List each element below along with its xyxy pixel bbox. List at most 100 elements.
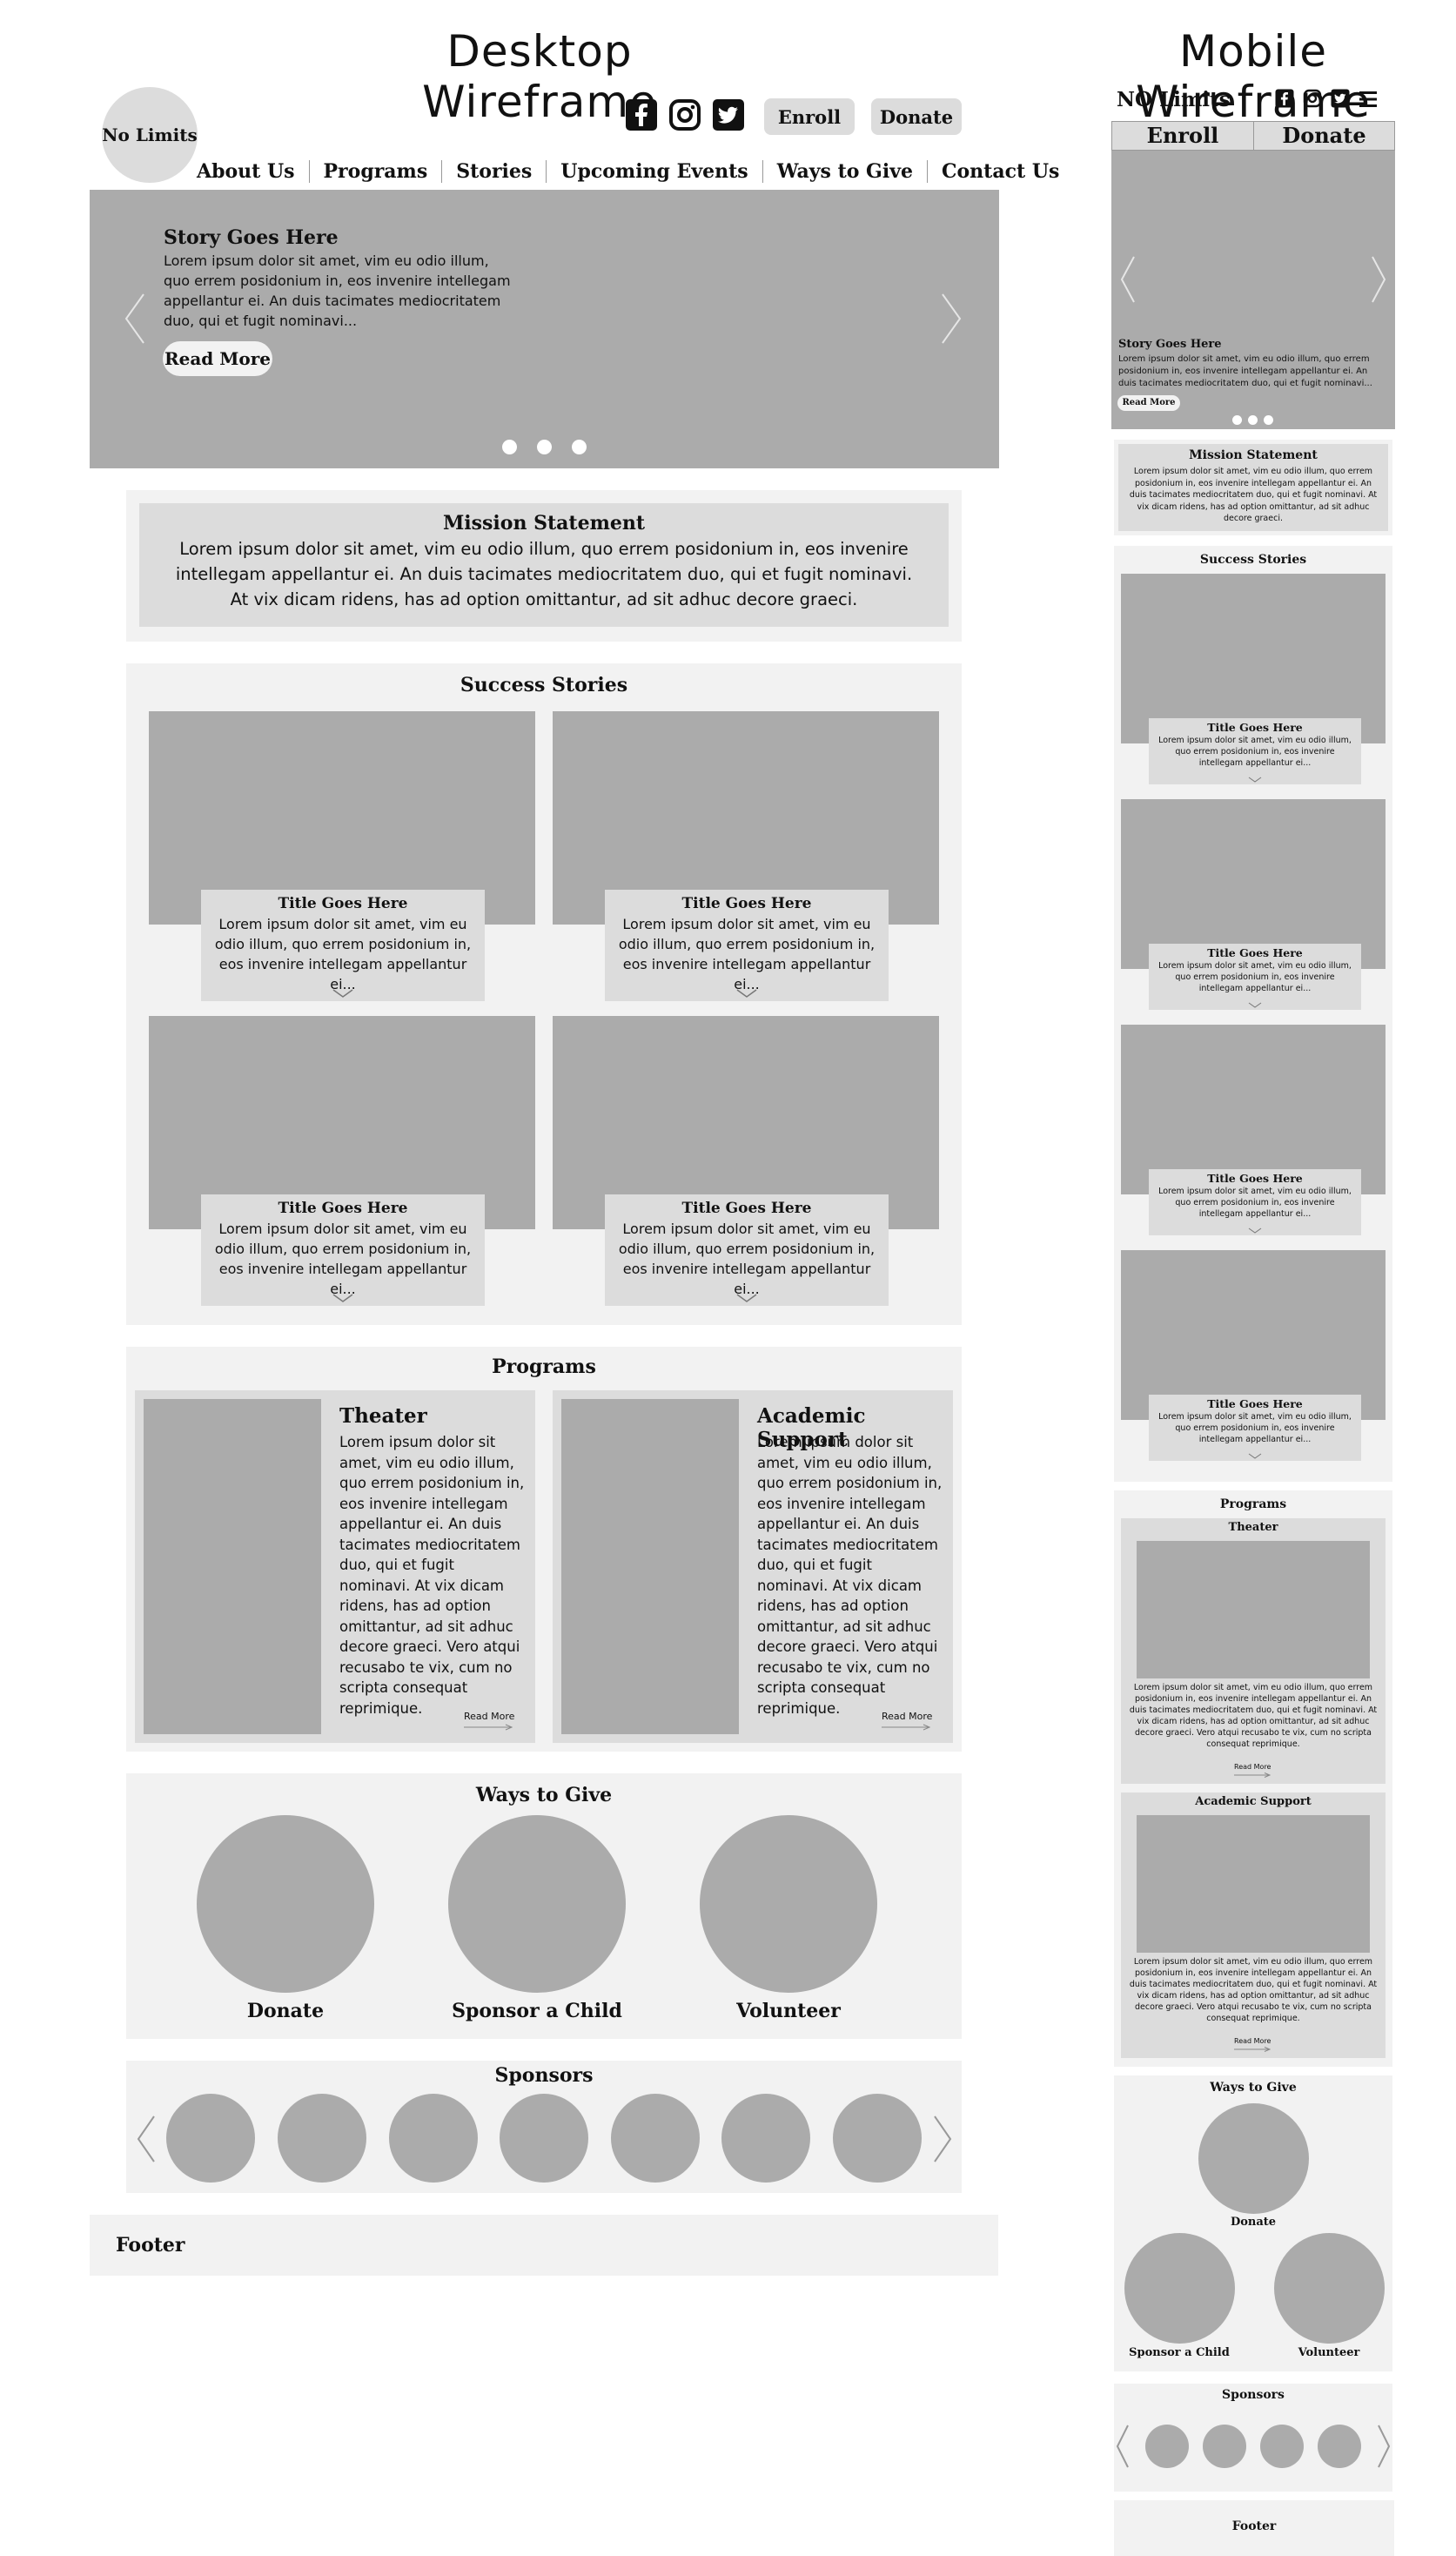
program-text: Lorem ipsum dolor sit amet, vim eu odio … (1129, 1957, 1378, 2023)
nav-programs[interactable]: Programs (310, 160, 442, 183)
carousel-dot[interactable] (1248, 415, 1258, 425)
donate-label[interactable]: Donate (1166, 2216, 1340, 2229)
nav-about-us[interactable]: About Us (183, 160, 309, 183)
program-read-more-link[interactable]: Read More (882, 1711, 932, 1722)
story-card[interactable]: Title Goes Here Lorem ipsum dolor sit am… (605, 1194, 889, 1306)
hamburger-menu-icon[interactable] (1359, 91, 1378, 108)
chevron-down-icon[interactable] (1248, 777, 1262, 783)
mobile-enroll-button[interactable]: Enroll (1112, 122, 1253, 150)
carousel-dot[interactable] (572, 440, 587, 454)
mobile-hero-read-more-button[interactable]: Read More (1117, 395, 1180, 411)
sponsor-logo[interactable] (1203, 2425, 1246, 2468)
mobile-success-stories-title: Success Stories (1199, 553, 1307, 567)
mission-text: Lorem ipsum dolor sit amet, vim eu odio … (175, 539, 913, 609)
chevron-down-icon[interactable] (1248, 1002, 1262, 1008)
hero-prev-arrow-icon[interactable] (124, 293, 145, 345)
sponsor-logo[interactable] (721, 2094, 810, 2183)
program-read-more-link[interactable]: Read More (464, 1711, 514, 1722)
arrow-right-icon[interactable] (882, 1724, 930, 1731)
sponsor-logo[interactable] (500, 2094, 588, 2183)
nav-stories[interactable]: Stories (442, 160, 546, 183)
sponsor-logo[interactable] (1318, 2425, 1361, 2468)
mission-section: Mission Statement Lorem ipsum dolor sit … (126, 490, 962, 642)
facebook-icon[interactable] (625, 98, 658, 131)
sponsor-logo[interactable] (278, 2094, 366, 2183)
mobile-hero-prev-arrow-icon[interactable] (1120, 255, 1136, 304)
sponsor-logo[interactable] (166, 2094, 255, 2183)
mobile-ways-to-give-title: Ways to Give (1210, 2081, 1297, 2095)
nav-ways-to-give[interactable]: Ways to Give (763, 160, 927, 183)
chevron-down-icon[interactable] (736, 1294, 757, 1302)
mobile-logo[interactable]: NO Limits (1117, 88, 1231, 111)
instagram-icon[interactable] (668, 98, 701, 131)
mobile-donate-button[interactable]: Donate (1254, 122, 1394, 150)
story-card[interactable]: Title Goes Here Lorem ipsum dolor sit am… (201, 1194, 485, 1306)
mobile-mission-card: Mission Statement Lorem ipsum dolor sit … (1118, 444, 1388, 531)
instagram-icon[interactable] (1303, 89, 1322, 108)
donate-image[interactable] (1198, 2103, 1309, 2214)
story-text: Lorem ipsum dolor sit amet, vim eu odio … (618, 916, 876, 992)
sponsors-prev-arrow-icon[interactable] (1116, 2424, 1130, 2469)
sponsor-logo[interactable] (389, 2094, 478, 2183)
sponsor-logo[interactable] (1145, 2425, 1189, 2468)
story-title: Title Goes Here (278, 1200, 408, 1217)
sponsor-a-child-image[interactable] (1124, 2233, 1235, 2344)
sponsor-logo[interactable] (833, 2094, 922, 2183)
mobile-hero-next-arrow-icon[interactable] (1371, 255, 1386, 304)
arrow-right-icon[interactable] (1234, 2047, 1271, 2052)
sponsors-prev-arrow-icon[interactable] (137, 2115, 156, 2163)
program-read-more-link[interactable]: Read More (1234, 2037, 1271, 2045)
sponsor-logo[interactable] (611, 2094, 700, 2183)
nav-upcoming-events[interactable]: Upcoming Events (547, 160, 762, 183)
enroll-button[interactable]: Enroll (764, 98, 855, 135)
story-card[interactable]: Title Goes Here Lorem ipsum dolor sit am… (1149, 1395, 1361, 1461)
donate-label[interactable]: Donate (155, 2000, 416, 2022)
story-card[interactable]: Title Goes Here Lorem ipsum dolor sit am… (605, 890, 889, 1001)
story-card[interactable]: Title Goes Here Lorem ipsum dolor sit am… (1149, 1169, 1361, 1235)
hero-read-more-button[interactable]: Read More (163, 341, 272, 376)
chevron-down-icon[interactable] (736, 989, 757, 998)
story-card[interactable]: Title Goes Here Lorem ipsum dolor sit am… (1149, 718, 1361, 784)
nav-contact-us[interactable]: Contact Us (928, 160, 1073, 183)
logo-text: No Limits (102, 124, 198, 145)
footer-label: Footer (116, 2234, 185, 2257)
story-title: Title Goes Here (681, 895, 812, 912)
program-image (144, 1399, 321, 1734)
twitter-icon[interactable] (712, 98, 745, 131)
chevron-down-icon[interactable] (332, 989, 353, 998)
chevron-down-icon[interactable] (1248, 1453, 1262, 1459)
mobile-sponsors-section: Sponsors (1114, 2384, 1392, 2492)
arrow-right-icon[interactable] (1234, 1772, 1271, 1778)
story-text: Lorem ipsum dolor sit amet, vim eu odio … (214, 916, 472, 992)
carousel-dot[interactable] (502, 440, 517, 454)
twitter-icon[interactable] (1331, 89, 1350, 108)
arrow-right-icon[interactable] (464, 1724, 513, 1731)
carousel-dot[interactable] (1264, 415, 1273, 425)
success-stories-title: Success Stories (460, 674, 628, 696)
donate-image[interactable] (197, 1815, 374, 1993)
story-text: Lorem ipsum dolor sit amet, vim eu odio … (214, 1221, 472, 1297)
chevron-down-icon[interactable] (1248, 1228, 1262, 1234)
sponsors-title: Sponsors (494, 2064, 594, 2087)
story-card[interactable]: Title Goes Here Lorem ipsum dolor sit am… (1149, 944, 1361, 1010)
sponsors-next-arrow-icon[interactable] (1377, 2424, 1391, 2469)
chevron-down-icon[interactable] (332, 1294, 353, 1302)
story-title: Title Goes Here (1207, 946, 1303, 959)
mission-card: Mission Statement Lorem ipsum dolor sit … (139, 503, 949, 627)
sponsor-a-child-image[interactable] (448, 1815, 626, 1993)
volunteer-image[interactable] (700, 1815, 877, 1993)
hero-next-arrow-icon[interactable] (941, 293, 962, 345)
sponsors-next-arrow-icon[interactable] (933, 2115, 952, 2163)
facebook-icon[interactable] (1275, 89, 1294, 108)
sponsor-logo[interactable] (1260, 2425, 1304, 2468)
volunteer-label[interactable]: Volunteer (658, 2000, 919, 2022)
story-card[interactable]: Title Goes Here Lorem ipsum dolor sit am… (201, 890, 485, 1001)
sponsor-a-child-label[interactable]: Sponsor a Child (1092, 2346, 1266, 2359)
carousel-dot[interactable] (537, 440, 552, 454)
sponsor-a-child-label[interactable]: Sponsor a Child (406, 2000, 668, 2022)
volunteer-label[interactable]: Volunteer (1242, 2346, 1416, 2359)
program-read-more-link[interactable]: Read More (1234, 1763, 1271, 1771)
volunteer-image[interactable] (1274, 2233, 1385, 2344)
donate-button[interactable]: Donate (871, 98, 962, 135)
carousel-dot[interactable] (1232, 415, 1242, 425)
